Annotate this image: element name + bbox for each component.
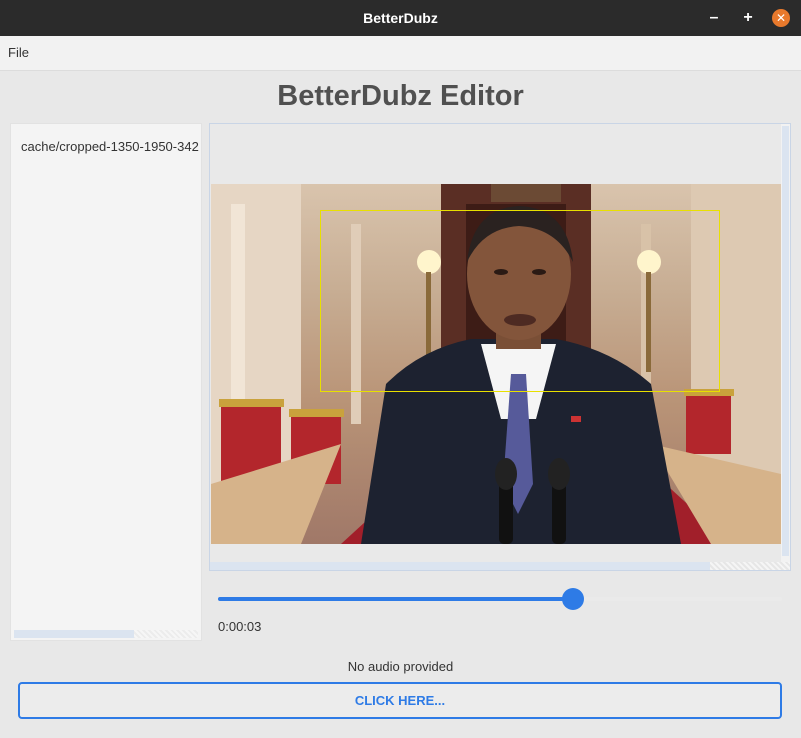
video-frame (211, 184, 781, 544)
slider-handle[interactable] (562, 588, 584, 610)
file-list-item[interactable]: cache/cropped-1350-1950-342 (21, 139, 199, 154)
playback-time: 0:00:03 (218, 619, 262, 634)
provide-audio-button[interactable]: CLICK HERE... (18, 682, 782, 719)
maximize-button[interactable]: + (738, 8, 758, 28)
file-list-horizontal-scrollbar[interactable] (14, 630, 198, 638)
timeline-slider[interactable] (218, 588, 782, 610)
close-button[interactable]: ✕ (772, 9, 790, 27)
scrollbar-thumb[interactable] (210, 562, 710, 570)
menu-file[interactable]: File (8, 45, 29, 60)
window-titlebar: BetterDubz – + ✕ (0, 0, 801, 36)
viewer-vertical-scrollbar[interactable] (781, 124, 790, 562)
video-viewer (209, 123, 791, 571)
scrollbar-thumb[interactable] (14, 630, 134, 638)
scrollbar-thumb[interactable] (782, 126, 789, 556)
window-title: BetterDubz (363, 10, 438, 26)
slider-progress-fill (218, 597, 573, 601)
audio-status-text: No audio provided (347, 659, 454, 674)
page-title: BetterDubz Editor (277, 80, 524, 112)
viewer-horizontal-scrollbar[interactable] (210, 562, 790, 570)
menu-bar: File (0, 36, 801, 71)
file-list-panel: cache/cropped-1350-1950-342 (10, 123, 202, 641)
face-detection-box[interactable] (320, 210, 720, 392)
minimize-button[interactable]: – (704, 8, 724, 28)
